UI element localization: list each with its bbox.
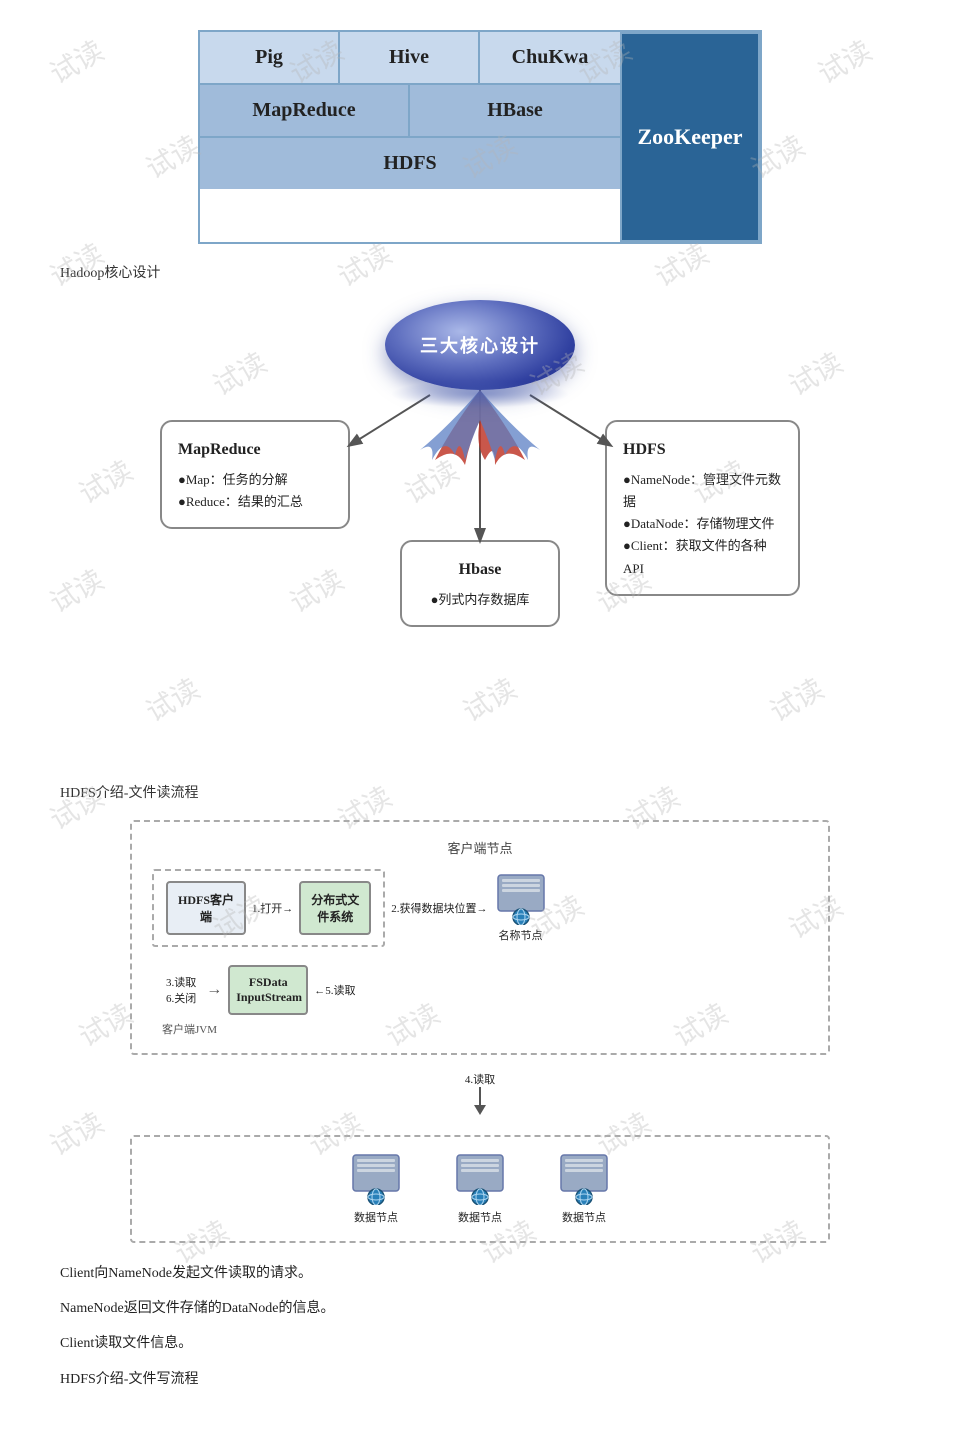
hdfs-read-diagram: 客户端节点 HDFS客户端 1.打开→: [60, 820, 900, 1243]
hadoop-core-design-label: Hadoop核心设计: [60, 262, 900, 282]
hdfs-read-label: HDFS介绍-文件读流程: [60, 782, 900, 802]
datanode-2: 数据节点: [453, 1153, 507, 1225]
jvm-label: 客户端JVM: [162, 1021, 808, 1037]
arch-pig: Pig: [200, 32, 340, 85]
step1-label: 1.打开→: [252, 900, 293, 916]
hdfs-client-box: HDFS客户端: [166, 881, 246, 935]
arch-hdfs: HDFS: [200, 138, 620, 189]
hdfs-write-label: HDFS介绍-文件写流程: [60, 1367, 900, 1392]
mapreduce-box: MapReduce ●Map：任务的分解 ●Reduce：结果的汇总: [160, 420, 350, 529]
datanodes-container: 数据节点 数据节点: [130, 1135, 830, 1243]
arch-mapreduce: MapReduce: [200, 85, 410, 138]
namenode-label: 名称节点: [499, 927, 543, 943]
step2-label: 2.获得数据块位置→: [391, 900, 487, 916]
step4-label: 4.读取: [465, 1071, 495, 1087]
client-node-label: 客户端节点: [152, 838, 808, 857]
step4-arrow: [470, 1087, 490, 1115]
namenode-container: 名称节点: [494, 873, 548, 943]
core-design-button: 三大核心设计: [385, 300, 575, 390]
datanode-1: 数据节点: [349, 1153, 403, 1225]
hbase-box: Hbase ●列式内存数据库: [400, 540, 560, 627]
hdfs-box: HDFS ●NameNode：管理文件元数据 ●DataNode：存储物理文件 …: [605, 420, 800, 596]
arch-chukwa: ChuKwa: [480, 32, 620, 85]
hadoop-architecture-diagram: Pig Hive ChuKwa MapReduce: [60, 30, 900, 244]
namenode-server-icon: [494, 873, 548, 925]
datanode-3: 数据节点: [557, 1153, 611, 1225]
dist-fs-box: 分布式文件系统: [299, 881, 371, 935]
arch-hbase: HBase: [410, 85, 620, 138]
para-3: Client读取文件信息。: [60, 1331, 900, 1356]
step5-label: ←5.读取: [314, 982, 355, 998]
arch-hive: Hive: [340, 32, 480, 85]
fsdata-box: FSData InputStream: [228, 965, 308, 1015]
core-design-diagram: 三大核心设计 MapReduce ●Map：任务的分解 ●Reduce：结果的汇…: [60, 300, 900, 760]
arch-zookeeper: ZooKeeper: [620, 32, 760, 242]
para-2: NameNode返回文件存储的DataNode的信息。: [60, 1296, 900, 1321]
para-1: Client向NameNode发起文件读取的请求。: [60, 1261, 900, 1286]
step3-6-label: 3.读取 6.关闭: [166, 974, 196, 1006]
